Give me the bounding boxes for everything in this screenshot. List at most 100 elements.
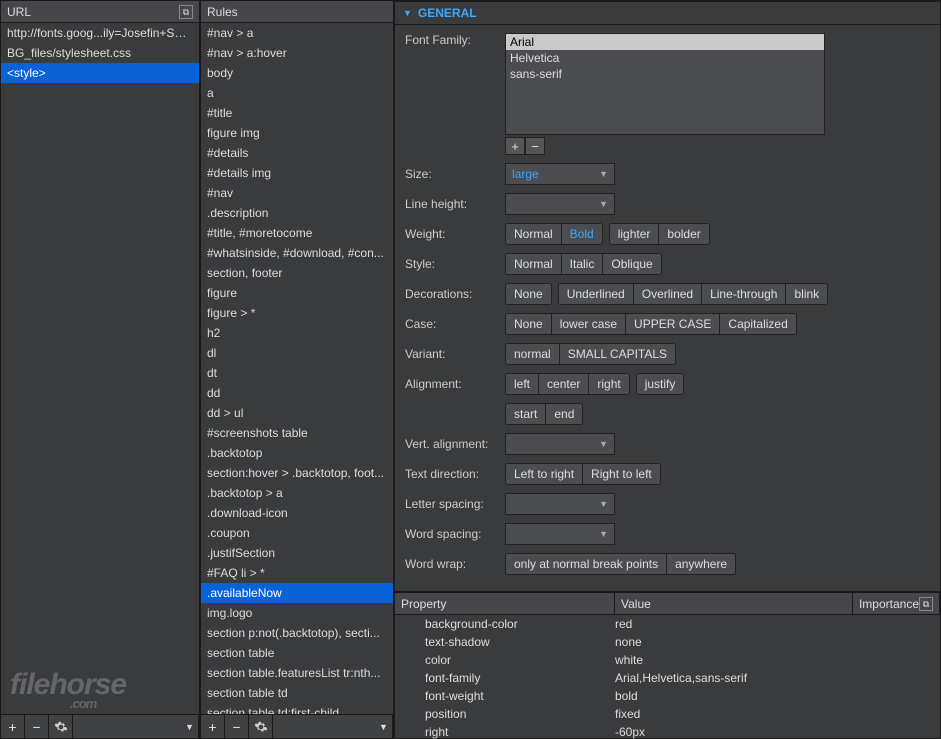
- toggle-option[interactable]: Bold: [562, 224, 602, 244]
- remove-font-button[interactable]: −: [525, 137, 545, 155]
- rule-item[interactable]: dd > ul: [201, 403, 393, 423]
- font-option[interactable]: sans-serif: [506, 66, 824, 82]
- toggle-option[interactable]: SMALL CAPITALS: [560, 344, 675, 364]
- toggle-option[interactable]: Underlined: [559, 284, 634, 304]
- rule-item[interactable]: figure: [201, 283, 393, 303]
- rules-list[interactable]: #nav > a#nav > a:hoverbodya#titlefigure …: [201, 23, 393, 714]
- popout-icon[interactable]: ⧉: [179, 5, 193, 19]
- general-section-header[interactable]: ▼ GENERAL: [395, 1, 940, 25]
- rule-item[interactable]: h2: [201, 323, 393, 343]
- rule-item[interactable]: a: [201, 83, 393, 103]
- toggle-option[interactable]: Line-through: [702, 284, 786, 304]
- rule-item[interactable]: .download-icon: [201, 503, 393, 523]
- header-importance[interactable]: Importance: [859, 593, 919, 615]
- rule-item[interactable]: dl: [201, 343, 393, 363]
- remove-button[interactable]: −: [25, 715, 49, 739]
- rule-item[interactable]: dt: [201, 363, 393, 383]
- vert-align-select[interactable]: ▼: [505, 433, 615, 455]
- rule-item[interactable]: .backtotop: [201, 443, 393, 463]
- toggle-option[interactable]: only at normal break points: [506, 554, 667, 574]
- toggle-option[interactable]: Right to left: [583, 464, 660, 484]
- toggle-option[interactable]: Left to right: [506, 464, 583, 484]
- url-item[interactable]: http://fonts.goog...ily=Josefin+Sans: [1, 23, 199, 43]
- toggle-option[interactable]: lower case: [552, 314, 626, 334]
- rule-item[interactable]: #details: [201, 143, 393, 163]
- rule-item[interactable]: #whatsinside, #download, #con...: [201, 243, 393, 263]
- popout-icon[interactable]: ⧉: [919, 597, 933, 611]
- url-item[interactable]: <style>: [1, 63, 199, 83]
- toggle-option[interactable]: end: [546, 404, 582, 424]
- font-family-list[interactable]: ArialHelveticasans-serif: [505, 33, 825, 135]
- rule-item[interactable]: section table td:first-child: [201, 703, 393, 714]
- toggle-option[interactable]: None: [506, 284, 551, 304]
- dropdown-icon[interactable]: ▼: [181, 715, 199, 739]
- toggle-option[interactable]: UPPER CASE: [626, 314, 720, 334]
- property-row[interactable]: font-weightbold: [395, 687, 940, 705]
- remove-button[interactable]: −: [225, 715, 249, 739]
- add-button[interactable]: +: [201, 715, 225, 739]
- letter-spacing-select[interactable]: ▼: [505, 493, 615, 515]
- toggle-option[interactable]: center: [539, 374, 589, 394]
- gear-icon[interactable]: [249, 715, 273, 739]
- font-option[interactable]: Helvetica: [506, 50, 824, 66]
- toggle-option[interactable]: right: [589, 374, 628, 394]
- toggle-option[interactable]: Italic: [562, 254, 604, 274]
- rule-item[interactable]: img.logo: [201, 603, 393, 623]
- size-select[interactable]: large▼: [505, 163, 615, 185]
- add-font-button[interactable]: +: [505, 137, 525, 155]
- property-row[interactable]: background-colorred: [395, 615, 940, 633]
- rule-item[interactable]: .coupon: [201, 523, 393, 543]
- property-row[interactable]: colorwhite: [395, 651, 940, 669]
- rule-item[interactable]: .availableNow: [201, 583, 393, 603]
- url-item[interactable]: BG_files/stylesheet.css: [1, 43, 199, 63]
- toggle-option[interactable]: normal: [506, 344, 560, 364]
- rule-item[interactable]: section table.featuresList tr:nth...: [201, 663, 393, 683]
- rule-item[interactable]: section:hover > .backtotop, foot...: [201, 463, 393, 483]
- word-spacing-select[interactable]: ▼: [505, 523, 615, 545]
- toggle-option[interactable]: None: [506, 314, 552, 334]
- toggle-option[interactable]: Normal: [506, 224, 562, 244]
- rule-item[interactable]: .description: [201, 203, 393, 223]
- property-row[interactable]: positionfixed: [395, 705, 940, 723]
- toggle-option[interactable]: left: [506, 374, 539, 394]
- dropdown-icon[interactable]: ▼: [375, 715, 393, 739]
- toggle-option[interactable]: Overlined: [634, 284, 702, 304]
- property-row[interactable]: right-60px: [395, 723, 940, 739]
- property-row[interactable]: text-shadownone: [395, 633, 940, 651]
- gear-icon[interactable]: [49, 715, 73, 739]
- toggle-option[interactable]: justify: [637, 374, 684, 394]
- toggle-option[interactable]: Oblique: [603, 254, 660, 274]
- rule-item[interactable]: .backtotop > a: [201, 483, 393, 503]
- rule-item[interactable]: #title, #moretocome: [201, 223, 393, 243]
- toggle-option[interactable]: Normal: [506, 254, 562, 274]
- toggle-option[interactable]: blink: [786, 284, 827, 304]
- toggle-option[interactable]: lighter: [610, 224, 660, 244]
- toggle-option[interactable]: bolder: [659, 224, 708, 244]
- rule-item[interactable]: figure > *: [201, 303, 393, 323]
- rule-item[interactable]: body: [201, 63, 393, 83]
- toggle-option[interactable]: Capitalized: [720, 314, 795, 334]
- url-list[interactable]: http://fonts.goog...ily=Josefin+SansBG_f…: [1, 23, 199, 714]
- add-button[interactable]: +: [1, 715, 25, 739]
- rule-item[interactable]: #FAQ li > *: [201, 563, 393, 583]
- rule-item[interactable]: dd: [201, 383, 393, 403]
- line-height-select[interactable]: ▼: [505, 193, 615, 215]
- rule-item[interactable]: #nav > a: [201, 23, 393, 43]
- header-value[interactable]: Value: [615, 593, 853, 614]
- rule-item[interactable]: #screenshots table: [201, 423, 393, 443]
- toggle-option[interactable]: anywhere: [667, 554, 735, 574]
- rule-item[interactable]: .justifSection: [201, 543, 393, 563]
- rule-item[interactable]: section table td: [201, 683, 393, 703]
- rule-item[interactable]: #details img: [201, 163, 393, 183]
- property-row[interactable]: font-familyArial,Helvetica,sans-serif: [395, 669, 940, 687]
- rule-item[interactable]: section table: [201, 643, 393, 663]
- rule-item[interactable]: figure img: [201, 123, 393, 143]
- rule-item[interactable]: section, footer: [201, 263, 393, 283]
- rule-item[interactable]: #title: [201, 103, 393, 123]
- props-body[interactable]: background-colorredtext-shadownonecolorw…: [395, 615, 940, 739]
- header-property[interactable]: Property: [395, 593, 615, 614]
- rule-item[interactable]: #nav > a:hover: [201, 43, 393, 63]
- font-option[interactable]: Arial: [506, 34, 824, 50]
- rule-item[interactable]: section p:not(.backtotop), secti...: [201, 623, 393, 643]
- toggle-option[interactable]: start: [506, 404, 546, 424]
